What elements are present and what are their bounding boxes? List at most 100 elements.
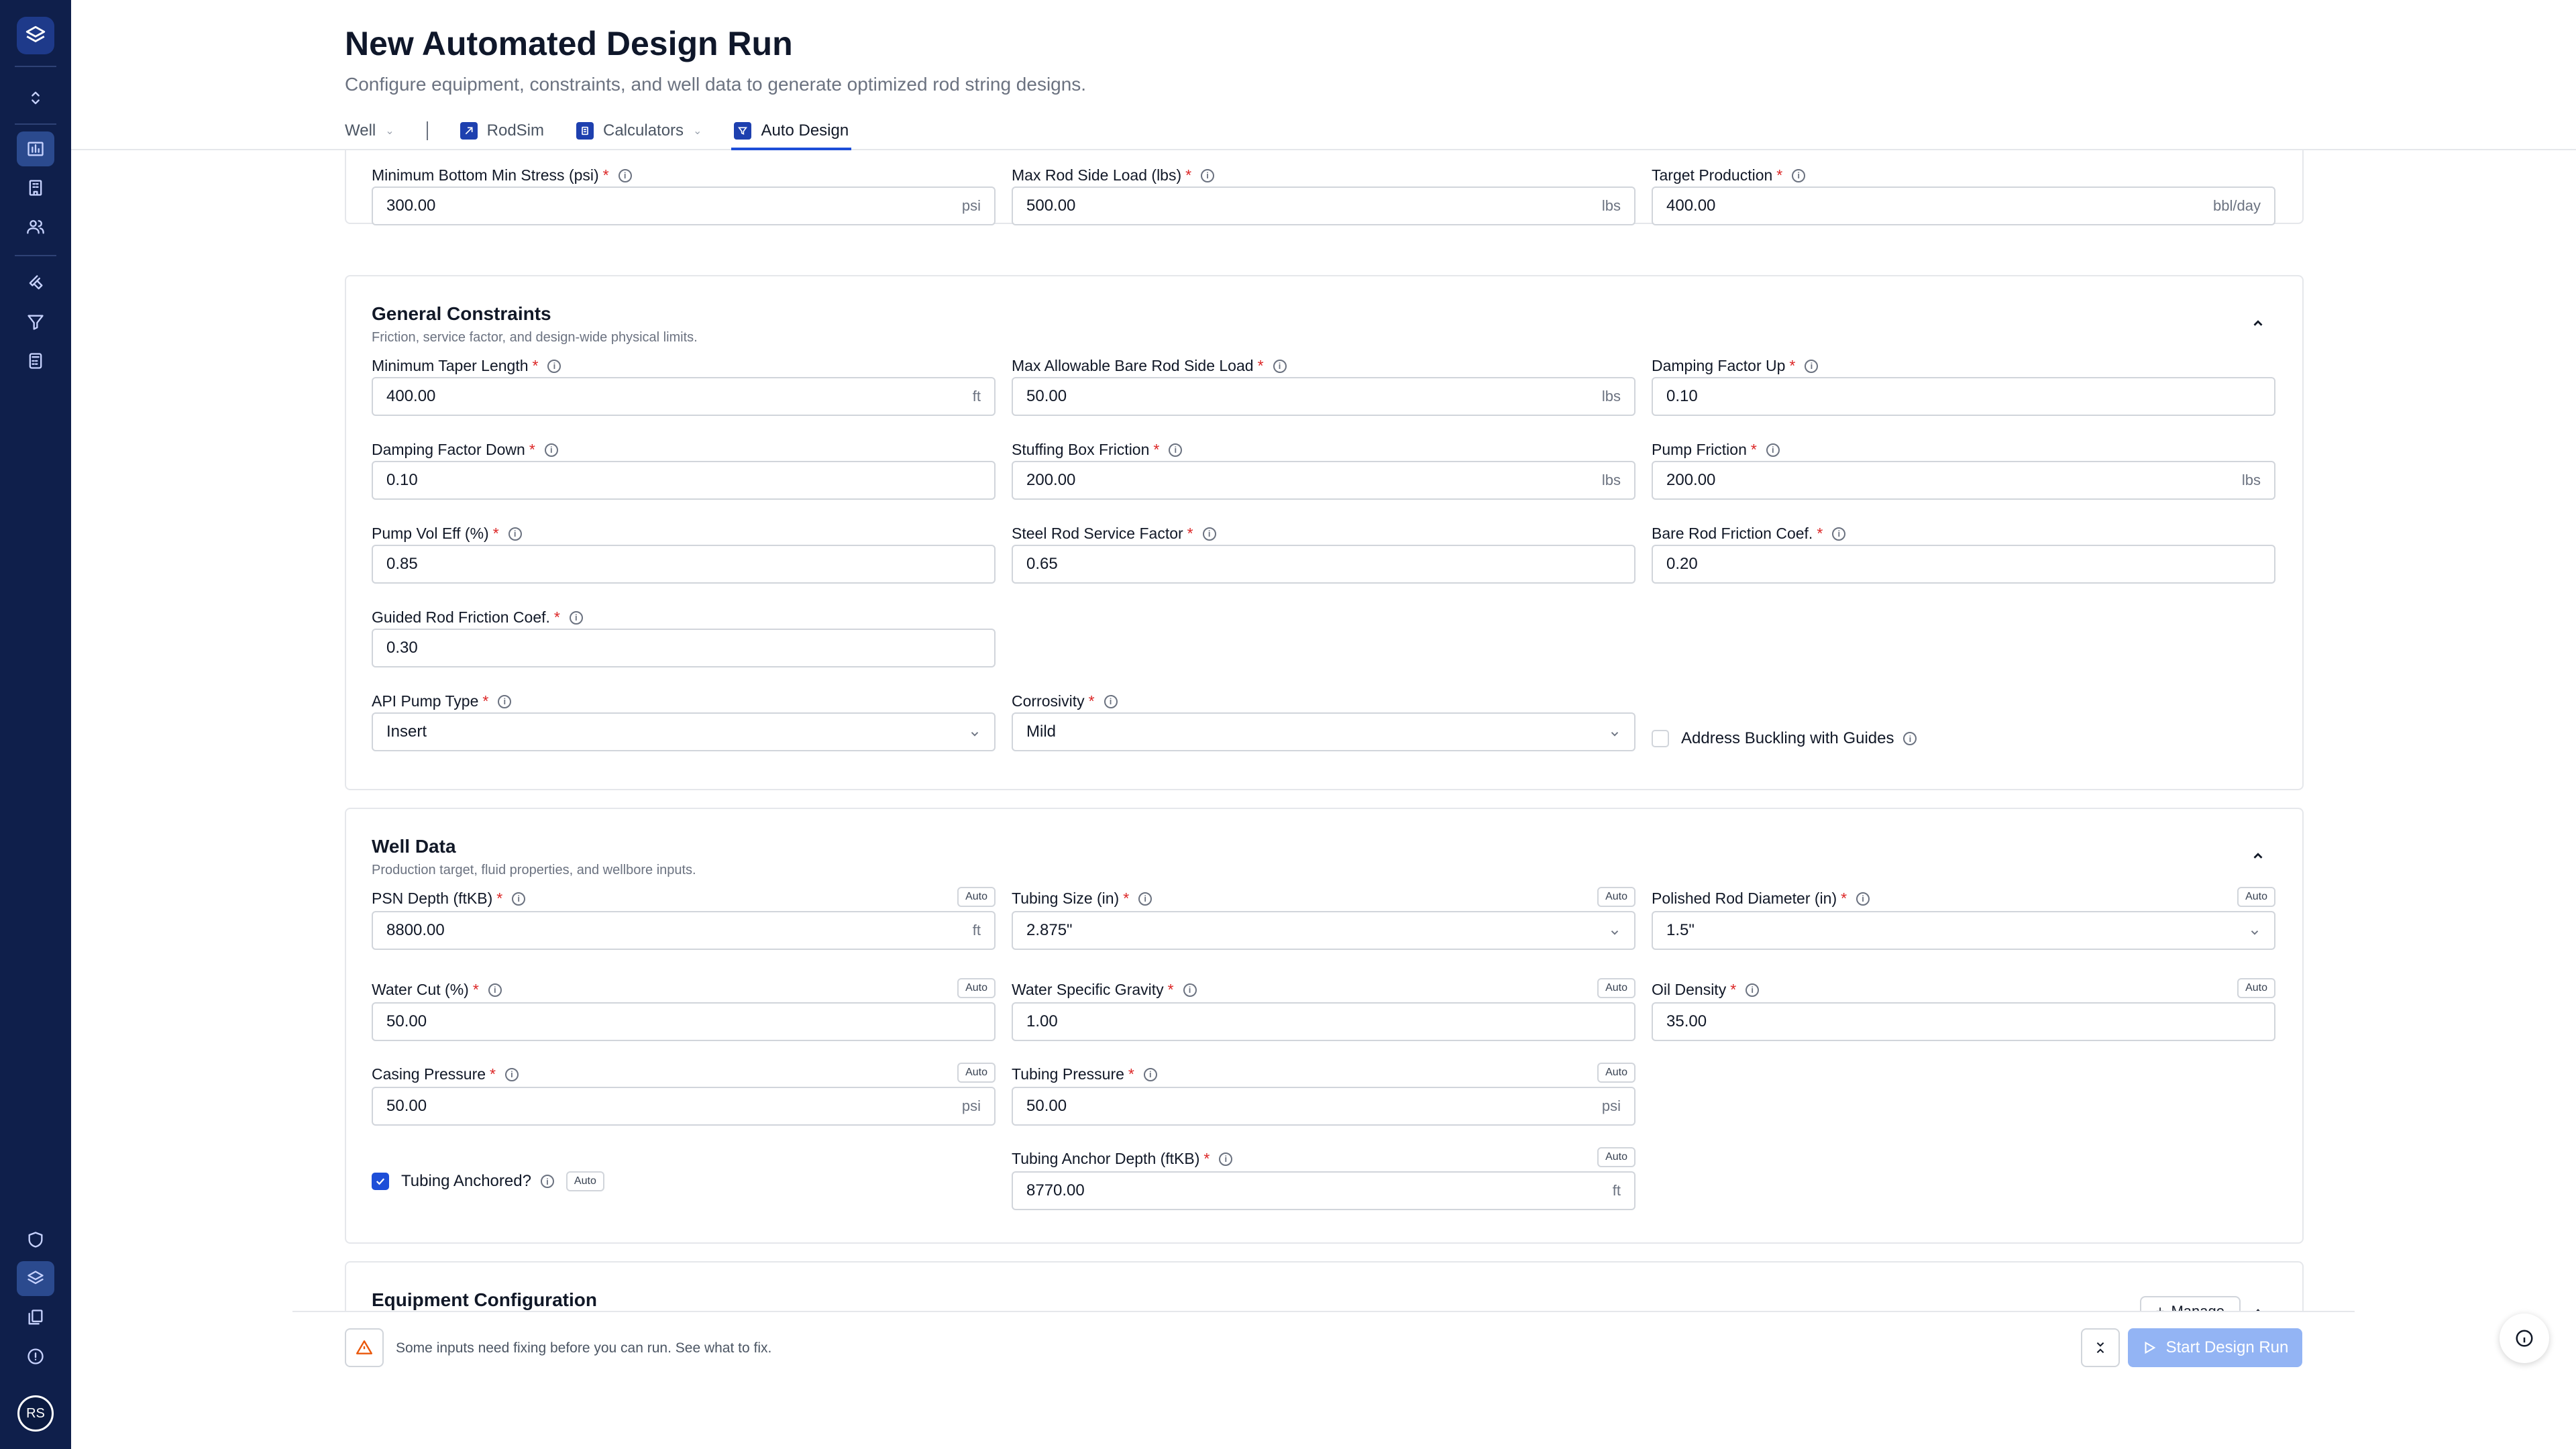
- tubing-anchored-checkbox[interactable]: Tubing Anchored? i Auto: [372, 1171, 604, 1191]
- sidebar-info-icon[interactable]: [17, 1339, 54, 1374]
- info-icon[interactable]: i: [618, 168, 632, 182]
- chevron-up-icon[interactable]: [2249, 847, 2267, 865]
- info-icon[interactable]: i: [504, 1067, 519, 1081]
- water-cut-input[interactable]: 50.00: [372, 1002, 996, 1041]
- tubing-anchor-depth-input[interactable]: 8770.00 ft: [1012, 1171, 1635, 1210]
- info-icon[interactable]: i: [1805, 359, 1819, 373]
- guided-rod-friction-coef-input[interactable]: 0.30: [372, 629, 996, 667]
- chevron-down-icon: [1609, 924, 1621, 936]
- collapse-expand-icon[interactable]: [2081, 1328, 2120, 1367]
- tab-well[interactable]: Well ⌄: [345, 111, 394, 150]
- manage-button[interactable]: + Manage: [2139, 1296, 2241, 1311]
- sidebar-dashboard-icon[interactable]: [17, 131, 54, 166]
- auto-button[interactable]: Auto: [1597, 887, 1635, 907]
- steel-rod-service-factor-input[interactable]: 0.65: [1012, 545, 1635, 584]
- info-icon[interactable]: i: [540, 1175, 554, 1188]
- auto-button[interactable]: Auto: [1597, 1147, 1635, 1167]
- damping-factor-up-input[interactable]: 0.10: [1652, 377, 2275, 416]
- info-icon[interactable]: i: [1169, 443, 1183, 457]
- sidebar-shield-icon[interactable]: [17, 1222, 54, 1257]
- pump-vol-eff-input[interactable]: 0.85: [372, 545, 996, 584]
- info-icon[interactable]: i: [1832, 527, 1846, 541]
- sidebar-layers-icon[interactable]: [17, 1261, 54, 1296]
- tab-rodsim[interactable]: RodSim: [460, 111, 544, 150]
- app-logo-icon[interactable]: [17, 17, 54, 54]
- validation-message[interactable]: Some inputs need fixing before you can r…: [396, 1340, 771, 1356]
- auto-button[interactable]: Auto: [2237, 887, 2275, 907]
- auto-button[interactable]: Auto: [566, 1171, 604, 1191]
- sidebar-calculator-icon[interactable]: [17, 343, 54, 378]
- polished-rod-diameter-select[interactable]: 1.5": [1652, 911, 2275, 950]
- info-icon[interactable]: i: [1792, 168, 1806, 182]
- sidebar-divider: [15, 255, 56, 256]
- info-icon[interactable]: i: [488, 983, 502, 997]
- auto-button[interactable]: Auto: [1597, 978, 1635, 998]
- info-icon[interactable]: i: [1138, 892, 1152, 906]
- chevron-up-icon[interactable]: [2249, 314, 2267, 333]
- tubing-size-select[interactable]: 2.875": [1012, 911, 1635, 950]
- max-rod-side-load-input[interactable]: 500.00 lbs: [1012, 186, 1635, 225]
- sidebar-rodsim-icon[interactable]: [17, 266, 54, 301]
- info-icon[interactable]: i: [1746, 983, 1760, 997]
- info-icon[interactable]: i: [1201, 168, 1215, 182]
- user-avatar[interactable]: RS: [17, 1395, 54, 1432]
- equipment-configuration-card: Equipment Configuration + Manage: [345, 1261, 2304, 1311]
- info-icon[interactable]: i: [1183, 983, 1197, 997]
- water-specific-gravity-input[interactable]: 1.00: [1012, 1002, 1635, 1041]
- auto-button[interactable]: Auto: [2237, 978, 2275, 998]
- sidebar-filter-icon[interactable]: [17, 305, 54, 339]
- start-design-run-button[interactable]: Start Design Run: [2128, 1328, 2302, 1367]
- sidebar-expand-icon[interactable]: [17, 80, 54, 115]
- info-icon[interactable]: i: [1903, 732, 1917, 745]
- info-icon[interactable]: i: [1766, 443, 1780, 457]
- field-label: Steel Rod Service Factor * i: [1012, 525, 1216, 543]
- psn-depth-input[interactable]: 8800.00 ft: [372, 911, 996, 950]
- info-icon[interactable]: i: [544, 443, 558, 457]
- tab-auto-design[interactable]: Auto Design: [731, 111, 851, 150]
- rodsim-icon: [460, 122, 478, 140]
- checkbox-unchecked[interactable]: [1652, 730, 1669, 747]
- max-bare-rod-side-load-input[interactable]: 50.00 lbs: [1012, 377, 1635, 416]
- general-constraints-card: General Constraints Friction, service fa…: [345, 275, 2304, 790]
- info-icon[interactable]: i: [508, 527, 522, 541]
- pump-friction-input[interactable]: 200.00 lbs: [1652, 461, 2275, 500]
- info-icon[interactable]: i: [547, 359, 561, 373]
- stuffing-box-friction-input[interactable]: 200.00 lbs: [1012, 461, 1635, 500]
- info-icon[interactable]: i: [498, 694, 512, 708]
- checkbox-checked[interactable]: [372, 1173, 389, 1190]
- min-bottom-stress-input[interactable]: 300.00 psi: [372, 186, 996, 225]
- chevron-down-icon: ⌄: [385, 125, 394, 137]
- api-pump-type-select[interactable]: Insert: [372, 712, 996, 751]
- address-buckling-checkbox[interactable]: Address Buckling with Guides i: [1652, 729, 1917, 748]
- sidebar-users-icon[interactable]: [17, 209, 54, 244]
- damping-factor-down-input[interactable]: 0.10: [372, 461, 996, 500]
- chevron-up-icon[interactable]: [2249, 1303, 2267, 1311]
- well-data-card: Well Data Production target, fluid prope…: [345, 808, 2304, 1244]
- info-icon[interactable]: i: [1273, 359, 1287, 373]
- info-icon[interactable]: i: [1104, 694, 1118, 708]
- casing-pressure-input[interactable]: 50.00 psi: [372, 1087, 996, 1126]
- sidebar-documents-icon[interactable]: [17, 1300, 54, 1335]
- main-content[interactable]: Minimum Bottom Min Stress (psi) * i 300.00…: [71, 150, 2576, 1311]
- auto-button[interactable]: Auto: [957, 1063, 996, 1083]
- oil-density-input[interactable]: 35.00: [1652, 1002, 2275, 1041]
- tubing-pressure-input[interactable]: 50.00 psi: [1012, 1087, 1635, 1126]
- info-icon[interactable]: i: [1202, 527, 1216, 541]
- auto-button[interactable]: Auto: [957, 978, 996, 998]
- tab-calculators[interactable]: Calculators ⌄: [576, 111, 702, 150]
- corrosivity-select[interactable]: Mild: [1012, 712, 1635, 751]
- info-icon[interactable]: i: [1219, 1152, 1233, 1166]
- help-info-icon[interactable]: [2500, 1313, 2549, 1363]
- section-title: Well Data: [372, 836, 456, 857]
- sidebar-building-icon[interactable]: [17, 170, 54, 205]
- bare-rod-friction-coef-input[interactable]: 0.20: [1652, 545, 2275, 584]
- auto-button[interactable]: Auto: [957, 887, 996, 907]
- info-icon[interactable]: i: [1856, 892, 1870, 906]
- info-icon[interactable]: i: [569, 610, 583, 625]
- target-production-input[interactable]: 400.00 bbl/day: [1652, 186, 2275, 225]
- min-taper-length-input[interactable]: 400.00 ft: [372, 377, 996, 416]
- info-icon[interactable]: i: [1143, 1067, 1157, 1081]
- auto-button[interactable]: Auto: [1597, 1063, 1635, 1083]
- info-icon[interactable]: i: [512, 892, 526, 906]
- warning-icon[interactable]: [345, 1328, 384, 1367]
